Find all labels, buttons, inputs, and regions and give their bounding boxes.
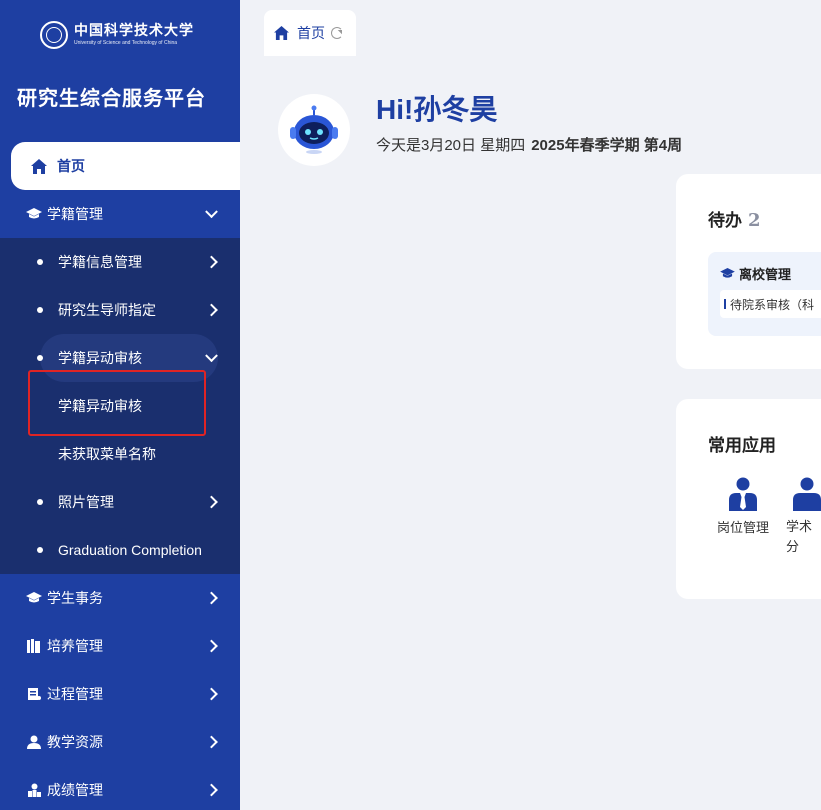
- bullet-icon: [37, 259, 43, 265]
- sidebar-subitem-graduation[interactable]: Graduation Completion: [0, 526, 240, 574]
- graduation-cap-icon: [26, 591, 42, 605]
- chevron-right-icon: [205, 639, 218, 653]
- bullet-icon: [37, 355, 43, 361]
- person-tie-icon: [729, 477, 757, 511]
- sidebar-item-label: 学生事务: [47, 590, 103, 606]
- bullet-icon: [37, 547, 43, 553]
- sidebar-item-xueji[interactable]: 学籍管理: [0, 190, 240, 238]
- sidebar-item-label: 培养管理: [47, 638, 103, 654]
- tab-home[interactable]: 首页: [264, 10, 356, 56]
- sidebar-item-label: 成绩管理: [47, 782, 103, 798]
- sidebar-item-teaching[interactable]: 教学资源: [0, 718, 240, 766]
- sidebar-item-home[interactable]: 首页: [11, 142, 240, 190]
- chevron-down-icon: [205, 349, 218, 363]
- chevron-right-icon: [205, 783, 218, 797]
- todo-item[interactable]: 待院系审核（科: [720, 290, 821, 318]
- tab-bar: 首页: [240, 0, 821, 56]
- bullet-icon: [37, 307, 43, 313]
- sidebar-subitem-info[interactable]: 学籍信息管理: [0, 238, 240, 286]
- sidebar: 中国科学技术大学 University of Science and Techn…: [0, 0, 240, 810]
- date-info: 今天是3月20日 星期四 2025年春季学期 第4周: [376, 134, 682, 155]
- highlight-annotation-box: [28, 370, 206, 436]
- users-chart-icon: [26, 783, 42, 797]
- refresh-icon[interactable]: [331, 27, 343, 39]
- tab-label: 首页: [297, 25, 325, 41]
- sidebar-item-training[interactable]: 培养管理: [0, 622, 240, 670]
- platform-title: 研究生综合服务平台: [17, 88, 206, 110]
- graduation-cap-icon: [26, 207, 42, 221]
- chevron-right-icon: [205, 495, 218, 509]
- chevron-right-icon: [205, 687, 218, 701]
- logo-name-cn: 中国科学技术大学: [74, 23, 194, 39]
- sidebar-subitem-mentor[interactable]: 研究生导师指定: [0, 286, 240, 334]
- graduation-cap-icon: [720, 268, 735, 278]
- academic-icon: [793, 477, 821, 511]
- main-content: Hi!孙冬昊 今天是3月20日 星期四 2025年春季学期 第4周 待办 2 离校管…: [240, 56, 821, 810]
- todo-count: 2: [748, 210, 761, 231]
- todo-title: 待办 2: [708, 210, 761, 231]
- todo-card: 待办 2 离校管理 待院系审核（科: [676, 174, 821, 369]
- todo-group-title: 离校管理: [720, 264, 791, 283]
- robot-avatar: [278, 94, 350, 166]
- home-icon: [274, 26, 289, 40]
- app-position-management[interactable]: 岗位管理: [708, 477, 778, 536]
- books-icon: [26, 639, 42, 653]
- sidebar-item-grades[interactable]: 成绩管理: [0, 766, 240, 810]
- home-icon: [31, 158, 47, 174]
- term-text: 2025年春季学期 第4周: [531, 137, 683, 154]
- sidebar-item-label: 学籍管理: [47, 206, 103, 222]
- bullet-icon: [37, 499, 43, 505]
- chevron-right-icon: [205, 255, 218, 269]
- chevron-right-icon: [205, 303, 218, 317]
- university-logo[interactable]: 中国科学技术大学 University of Science and Techn…: [40, 18, 194, 52]
- sidebar-item-student-affairs[interactable]: 学生事务: [0, 574, 240, 622]
- chevron-right-icon: [205, 735, 218, 749]
- robot-icon: [290, 105, 338, 154]
- chevron-down-icon: [205, 205, 218, 219]
- university-seal-icon: [40, 21, 68, 49]
- sidebar-item-label: 教学资源: [47, 734, 103, 750]
- scroll-icon: [26, 687, 42, 701]
- app-academic[interactable]: 学术分: [786, 477, 821, 557]
- date-text: 今天是3月20日 星期四: [376, 137, 526, 154]
- sidebar-item-label: 过程管理: [47, 686, 103, 702]
- sidebar-item-label: 首页: [57, 158, 85, 174]
- apps-title: 常用应用: [708, 436, 776, 455]
- teacher-icon: [26, 735, 42, 749]
- logo-name-en: University of Science and Technology of …: [74, 40, 178, 46]
- greeting-title: Hi!孙冬昊: [376, 94, 498, 125]
- sidebar-subitem-unnamed[interactable]: 未获取菜单名称: [0, 430, 240, 478]
- chevron-right-icon: [205, 591, 218, 605]
- sidebar-subitem-photo[interactable]: 照片管理: [0, 478, 240, 526]
- sidebar-item-process[interactable]: 过程管理: [0, 670, 240, 718]
- todo-group[interactable]: 离校管理 待院系审核（科: [708, 252, 821, 336]
- common-apps-card: 常用应用 岗位管理 学术分: [676, 399, 821, 599]
